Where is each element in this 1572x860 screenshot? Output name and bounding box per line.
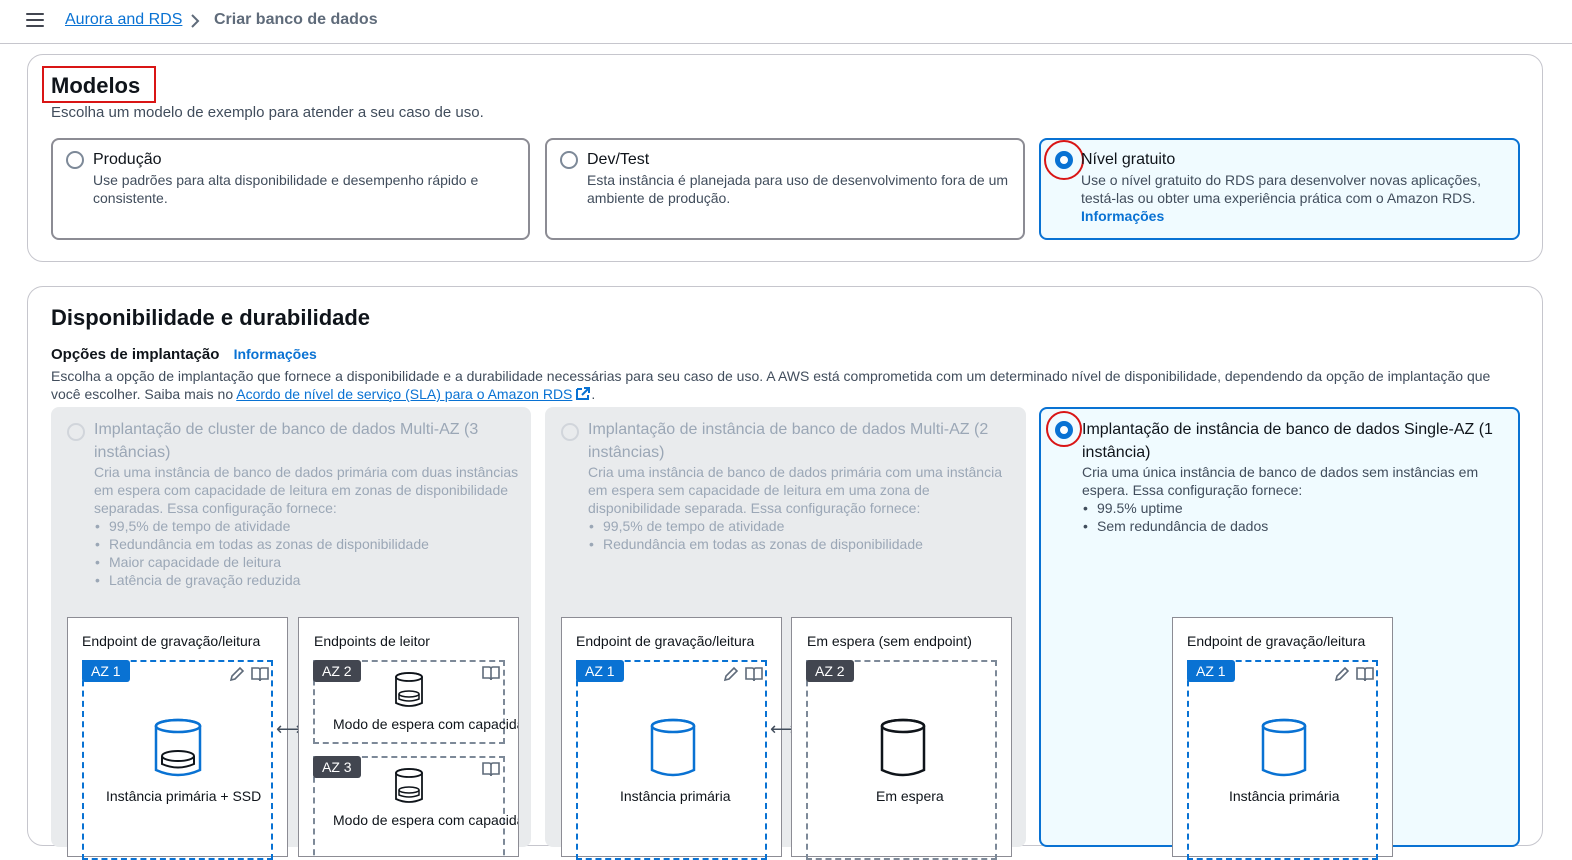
template-production-title: Produção bbox=[93, 151, 162, 168]
models-panel: Modelos Escolha um modelo de exemplo par… bbox=[27, 54, 1543, 262]
menu-icon[interactable] bbox=[26, 13, 44, 29]
deploy-desc-suffix: . bbox=[591, 386, 596, 402]
template-free-tier-desc: Use o nível gratuito do RDS para desenvo… bbox=[1081, 171, 1506, 225]
deploy-options-description: Escolha a opção de implantação que forne… bbox=[51, 367, 1511, 403]
deploy-single-az[interactable]: Implantação de instância de banco de dad… bbox=[1039, 407, 1520, 860]
standby-endpoint-label: Em espera (sem endpoint) bbox=[807, 633, 972, 649]
deploy-single-az-desc: Cria uma única instância de banco de dad… bbox=[1082, 464, 1479, 498]
template-free-tier-text: Use o nível gratuito do RDS para desenvo… bbox=[1081, 172, 1481, 206]
template-devtest-desc: Esta instância é planejada para uso de d… bbox=[587, 172, 1009, 206]
az1-zone: AZ 1 Instância primária bbox=[576, 660, 767, 860]
deploy-multi-az-cluster-bullets: 99,5% de tempo de atividade Redundância … bbox=[89, 517, 429, 589]
primary-ssd-label: Instância primária + SSD bbox=[106, 788, 262, 804]
endpoint-label: Endpoint de gravação/leitura bbox=[82, 633, 261, 649]
models-title: Modelos bbox=[51, 73, 141, 98]
deploy-single-az-bullets: 99.5% uptime Sem redundância de dados bbox=[1077, 499, 1268, 535]
standby-readable-label-1: Modo de espera com capacidade de leitura bbox=[333, 716, 518, 732]
template-production[interactable]: Produção Use padrões para alta disponibi… bbox=[51, 138, 530, 240]
az2-zone: AZ 2 Em espera bbox=[806, 660, 997, 860]
az3-zone: AZ 3 Modo de espera com capacidade de le… bbox=[313, 756, 518, 856]
sla-link[interactable]: Acordo de nível de serviço (SLA) para o … bbox=[236, 386, 572, 402]
write-read-endpoint-box: Endpoint de gravação/leitura AZ 1 Instân… bbox=[67, 617, 288, 860]
deploy-multi-az-instance: Implantação de instância de banco de dad… bbox=[545, 407, 1026, 860]
deploy-multi-az-instance-title: Implantação de instância de banco de dad… bbox=[588, 421, 989, 461]
database-icon bbox=[650, 718, 696, 777]
deploy-multi-az-cluster: Implantação de cluster de banco de dados… bbox=[51, 407, 531, 860]
radio-production[interactable] bbox=[66, 151, 84, 169]
primary-label: Instância primária bbox=[620, 788, 731, 804]
edit-icon bbox=[723, 666, 739, 682]
edit-icon bbox=[229, 666, 245, 682]
edit-icon bbox=[1334, 666, 1350, 682]
radio-devtest[interactable] bbox=[560, 151, 578, 169]
database-icon bbox=[880, 718, 926, 777]
availability-title: Disponibilidade e durabilidade bbox=[51, 305, 371, 330]
top-navigation: Aurora and RDS Criar banco de dados bbox=[0, 0, 1572, 44]
bullet: 99,5% de tempo de atividade bbox=[583, 517, 923, 535]
az1-zone: AZ 1 Instância primária + SSD bbox=[82, 660, 273, 860]
reader-endpoints-box: Endpoints de leitor AZ 2 Modo de espera … bbox=[298, 617, 519, 857]
book-icon bbox=[482, 666, 500, 681]
template-free-tier[interactable]: Nível gratuito Use o nível gratuito do R… bbox=[1039, 138, 1520, 240]
breadcrumb-current: Criar banco de dados bbox=[214, 11, 378, 28]
breadcrumb-aurora-rds[interactable]: Aurora and RDS bbox=[65, 11, 182, 29]
external-link-icon bbox=[576, 387, 591, 400]
database-icon bbox=[1261, 718, 1307, 777]
deploy-single-az-title: Implantação de instância de banco de dad… bbox=[1082, 421, 1493, 461]
models-description: Escolha um modelo de exemplo para atende… bbox=[51, 104, 484, 121]
template-free-tier-title: Nível gratuito bbox=[1081, 151, 1176, 168]
radio-highlight bbox=[1044, 140, 1084, 180]
chevron-right-icon bbox=[191, 14, 200, 28]
radio-multi-az-instance bbox=[561, 423, 579, 441]
database-ssd-icon bbox=[154, 718, 202, 777]
deploy-multi-az-cluster-title: Implantação de cluster de banco de dados… bbox=[94, 421, 479, 461]
deploy-multi-az-instance-desc: Cria uma instância de banco de dados pri… bbox=[588, 464, 1002, 516]
bullet: Redundância em todas as zonas de disponi… bbox=[583, 535, 923, 553]
bullet: Redundância em todas as zonas de disponi… bbox=[89, 535, 429, 553]
az-tag: AZ 1 bbox=[576, 660, 624, 682]
primary-label: Instância primária bbox=[1229, 788, 1340, 804]
radio-multi-az-cluster bbox=[67, 423, 85, 441]
database-small-icon bbox=[395, 672, 423, 707]
free-tier-info-link[interactable]: Informações bbox=[1081, 208, 1164, 224]
bullet: Latência de gravação reduzida bbox=[89, 571, 429, 589]
bullet: Sem redundância de dados bbox=[1077, 517, 1268, 535]
template-devtest-title: Dev/Test bbox=[587, 151, 650, 168]
endpoint-label: Endpoint de gravação/leitura bbox=[576, 633, 755, 649]
template-production-desc: Use padrões para alta disponibilidade e … bbox=[93, 172, 479, 206]
reader-endpoints-label: Endpoints de leitor bbox=[314, 633, 430, 649]
deploy-options-text: Opções de implantação bbox=[51, 346, 220, 363]
standby-box: Em espera (sem endpoint) AZ 2 Em espera bbox=[791, 617, 1012, 860]
az-tag: AZ 2 bbox=[806, 660, 854, 682]
template-devtest[interactable]: Dev/Test Esta instância é planejada para… bbox=[545, 138, 1025, 240]
radio-highlight bbox=[1046, 411, 1082, 447]
book-icon bbox=[482, 762, 500, 777]
az2-zone: AZ 2 Modo de espera com capacidade de le… bbox=[313, 660, 518, 744]
az-tag: AZ 2 bbox=[313, 660, 361, 682]
write-read-endpoint-box: Endpoint de gravação/leitura AZ 1 Instân… bbox=[1172, 617, 1393, 860]
bullet: 99.5% uptime bbox=[1077, 499, 1268, 517]
deploy-options-label: Opções de implantação Informações bbox=[51, 346, 317, 363]
deploy-multi-az-cluster-desc: Cria uma instância de banco de dados pri… bbox=[94, 464, 519, 516]
bullet: 99,5% de tempo de atividade bbox=[89, 517, 429, 535]
deploy-multi-az-instance-bullets: 99,5% de tempo de atividade Redundância … bbox=[583, 517, 923, 553]
availability-panel: Disponibilidade e durabilidade Opções de… bbox=[27, 286, 1543, 860]
endpoint-label: Endpoint de gravação/leitura bbox=[1187, 633, 1366, 649]
book-icon bbox=[745, 667, 763, 682]
az1-zone: AZ 1 Instância primária bbox=[1187, 660, 1378, 860]
deploy-info-link[interactable]: Informações bbox=[234, 346, 317, 362]
standby-label: Em espera bbox=[876, 788, 944, 804]
az-tag: AZ 3 bbox=[313, 756, 361, 778]
write-read-endpoint-box: Endpoint de gravação/leitura AZ 1 Instân… bbox=[561, 617, 782, 860]
az-tag: AZ 1 bbox=[1187, 660, 1235, 682]
az-tag: AZ 1 bbox=[82, 660, 130, 682]
database-small-icon bbox=[395, 768, 423, 803]
book-icon bbox=[251, 667, 269, 682]
book-icon bbox=[1356, 667, 1374, 682]
bullet: Maior capacidade de leitura bbox=[89, 553, 429, 571]
